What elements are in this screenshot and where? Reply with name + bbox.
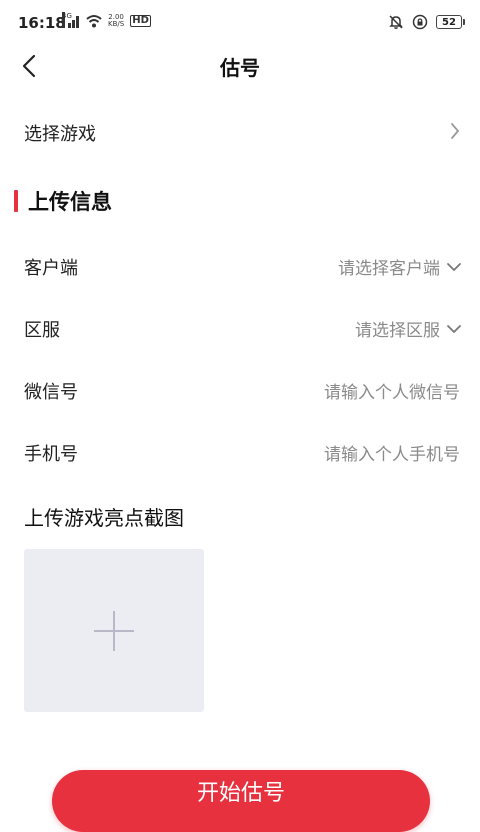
page-title: 估号 [220,56,260,80]
client-label: 客户端 [24,258,78,279]
phone-label: 手机号 [24,444,78,465]
section-upload-info: 上传信息 [14,186,112,216]
chevron-right-icon [451,123,459,139]
server-label: 区服 [24,320,60,341]
battery-icon: 52 [436,15,465,29]
net-speed: 2.00 KB/S [108,14,124,28]
phone-input[interactable]: 请输入个人手机号 [324,440,460,465]
hd-icon: HD [130,15,151,27]
signal-tag: 4G [62,12,72,28]
wechat-input[interactable]: 请输入个人微信号 [324,378,460,403]
status-right-icons: 52 [388,14,465,30]
status-time: 16:18 [18,14,66,32]
phone-placeholder: 请输入个人手机号 [324,445,460,465]
upload-title: 上传游戏亮点截图 [24,506,184,530]
server-row[interactable]: 区服 请选择区服 [0,300,480,356]
lock-rotation-icon [412,14,428,30]
server-placeholder: 请选择区服 [355,321,440,341]
upload-screenshot-button[interactable] [24,549,204,712]
section-title: 上传信息 [28,190,112,214]
wechat-row: 微信号 请输入个人微信号 [0,362,480,418]
section-accent-bar [14,190,18,212]
phone-row: 手机号 请输入个人手机号 [0,424,480,480]
status-left-icons: 4G 2.00 KB/S HD [62,12,151,28]
chevron-down-icon [447,262,461,271]
wechat-placeholder: 请输入个人微信号 [324,383,460,403]
client-row[interactable]: 客户端 请选择客户端 [0,238,480,294]
bell-muted-icon [389,15,403,29]
net-speed-unit: KB/S [108,20,125,28]
wifi-icon [86,15,102,28]
chevron-down-icon [447,324,461,333]
select-game-label: 选择游戏 [24,124,96,145]
client-select[interactable]: 请选择客户端 [338,254,462,279]
cellular-signal-icon: 4G [62,12,80,28]
nav-bar: 估号 [0,40,480,92]
client-placeholder: 请选择客户端 [338,259,440,279]
select-game-row[interactable]: 选择游戏 [0,104,480,160]
server-select[interactable]: 请选择区服 [355,316,462,341]
start-estimate-button[interactable]: 开始估号 [52,770,430,832]
plus-icon [94,611,134,651]
wechat-label: 微信号 [24,382,78,403]
